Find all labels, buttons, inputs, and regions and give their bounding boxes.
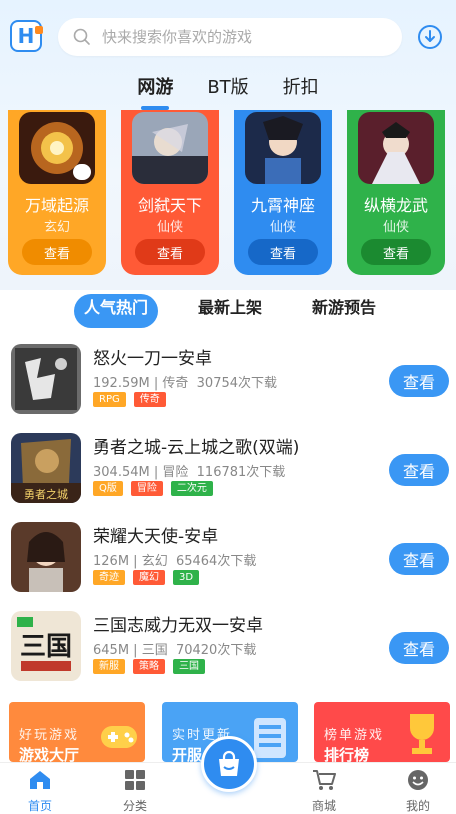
nav-label: 商城 bbox=[311, 799, 336, 813]
tag: 3D bbox=[173, 570, 200, 585]
featured-view-button[interactable]: 查看 bbox=[361, 239, 431, 265]
logo-accent bbox=[35, 26, 43, 34]
profile-icon bbox=[408, 770, 428, 790]
tag: 奇迹 bbox=[93, 570, 125, 585]
tag-group: 新服 策略 三国 bbox=[93, 659, 205, 674]
featured-game-name: 纵横龙武 bbox=[363, 196, 428, 215]
game-icon bbox=[11, 522, 81, 592]
game-meta: 192.59M | 传奇 30754次下载 bbox=[93, 376, 278, 391]
game-icon: 三国 bbox=[11, 611, 81, 681]
list-item[interactable]: 勇者之城 勇者之城-云上城之歌(双端) 304.54M | 冒险 116781次… bbox=[0, 423, 456, 503]
shopping-bag-button[interactable] bbox=[201, 736, 257, 792]
game-icon bbox=[11, 344, 81, 414]
game-meta: 126M | 玄幻 65464次下载 bbox=[93, 554, 257, 569]
featured-card[interactable]: 剑弑天下 仙侠 查看 bbox=[121, 110, 219, 275]
banner-title: 游戏大厅 bbox=[19, 746, 80, 762]
download-icon[interactable] bbox=[417, 24, 443, 50]
tag-group: Q版 冒险 二次元 bbox=[93, 481, 213, 496]
game-thumbnail bbox=[19, 112, 95, 184]
tab-newest[interactable]: 最新上架 bbox=[188, 294, 272, 328]
featured-game-genre: 仙侠 bbox=[382, 220, 409, 235]
tab-wangyou[interactable]: 网游 bbox=[137, 74, 173, 110]
tab-discount[interactable]: 折扣 bbox=[283, 74, 319, 110]
search-input[interactable] bbox=[102, 28, 362, 46]
gamepad-icon bbox=[101, 726, 137, 748]
featured-card[interactable]: 万域起源 玄幻 查看 bbox=[8, 110, 106, 275]
logo-letter: H bbox=[17, 24, 35, 48]
game-thumbnail bbox=[132, 112, 208, 184]
game-meta: 645M | 三国 70420次下载 bbox=[93, 643, 257, 658]
svg-text:三国: 三国 bbox=[20, 632, 72, 662]
featured-game-genre: 仙侠 bbox=[156, 220, 183, 235]
game-icon: 勇者之城 bbox=[11, 433, 81, 503]
grid-icon bbox=[125, 770, 145, 790]
game-thumbnail bbox=[245, 112, 321, 184]
nav-home[interactable]: 首页 bbox=[10, 769, 70, 814]
tag: 魔幻 bbox=[133, 570, 165, 585]
game-title: 三国志威力无双一安卓 bbox=[93, 616, 263, 636]
tab-bt[interactable]: BT版 bbox=[207, 74, 248, 110]
game-title: 怒火一刀一安卓 bbox=[93, 349, 212, 369]
banner-game-hall[interactable]: 好玩游戏 游戏大厅 bbox=[9, 702, 145, 762]
featured-view-button[interactable]: 查看 bbox=[248, 239, 318, 265]
banner-title: 排行榜 bbox=[324, 746, 370, 762]
trophy-icon bbox=[410, 714, 434, 754]
tag: 策略 bbox=[133, 659, 165, 674]
tag: 三国 bbox=[173, 659, 205, 674]
tab-upcoming[interactable]: 新游预告 bbox=[302, 294, 386, 328]
view-button[interactable]: 查看 bbox=[389, 543, 449, 575]
featured-cards: 万域起源 玄幻 查看 剑弑天下 仙侠 查看 九霄神座 仙侠 查看 纵横龙武 仙侠… bbox=[0, 110, 456, 280]
banner-title: 开服 bbox=[172, 746, 203, 762]
list-item[interactable]: 三国 三国志威力无双一安卓 645M | 三国 70420次下载 新服 策略 三… bbox=[0, 601, 456, 681]
tag: 新服 bbox=[93, 659, 125, 674]
view-button[interactable]: 查看 bbox=[389, 454, 449, 486]
featured-card[interactable]: 九霄神座 仙侠 查看 bbox=[234, 110, 332, 275]
category-tabs: 网游 BT版 折扣 bbox=[0, 74, 456, 110]
tag: RPG bbox=[93, 392, 126, 407]
shopping-bag-icon bbox=[219, 750, 239, 776]
game-title: 荣耀大天使-安卓 bbox=[93, 527, 219, 547]
featured-game-genre: 玄幻 bbox=[43, 220, 70, 235]
tag: 传奇 bbox=[133, 392, 166, 407]
nav-profile[interactable]: 我的 bbox=[388, 769, 448, 814]
view-button[interactable]: 查看 bbox=[389, 365, 449, 397]
featured-view-button[interactable]: 查看 bbox=[22, 239, 92, 265]
featured-game-genre: 仙侠 bbox=[269, 220, 296, 235]
search-icon bbox=[73, 28, 90, 45]
tag-group: RPG 传奇 bbox=[93, 392, 166, 407]
banner-ranking[interactable]: 榜单游戏 排行榜 bbox=[314, 702, 450, 762]
server-list-icon bbox=[254, 718, 286, 758]
view-button[interactable]: 查看 bbox=[389, 632, 449, 664]
banner-tagline: 榜单游戏 bbox=[324, 728, 385, 743]
list-item[interactable]: 怒火一刀一安卓 192.59M | 传奇 30754次下载 RPG 传奇 查看 bbox=[0, 334, 456, 414]
home-icon bbox=[30, 771, 50, 789]
tag: 二次元 bbox=[170, 481, 213, 496]
tag: 冒险 bbox=[130, 481, 163, 496]
nav-label: 我的 bbox=[405, 799, 430, 813]
game-title: 勇者之城-云上城之歌(双端) bbox=[93, 438, 300, 458]
list-tabs: 人气热门 最新上架 新游预告 bbox=[0, 294, 456, 330]
featured-game-name: 剑弑天下 bbox=[137, 196, 202, 215]
tag: Q版 bbox=[93, 481, 123, 496]
game-thumbnail bbox=[358, 112, 434, 184]
featured-game-name: 九霄神座 bbox=[250, 196, 315, 215]
nav-label: 首页 bbox=[27, 799, 52, 813]
nav-store[interactable]: 商城 bbox=[294, 769, 354, 814]
svg-text:勇者之城: 勇者之城 bbox=[24, 487, 68, 501]
search-bar[interactable] bbox=[58, 18, 402, 56]
featured-card[interactable]: 纵横龙武 仙侠 查看 bbox=[347, 110, 445, 275]
nav-label: 分类 bbox=[122, 799, 147, 813]
list-item[interactable]: 荣耀大天使-安卓 126M | 玄幻 65464次下载 奇迹 魔幻 3D 查看 bbox=[0, 512, 456, 592]
nav-category[interactable]: 分类 bbox=[105, 769, 165, 814]
featured-view-button[interactable]: 查看 bbox=[135, 239, 205, 265]
game-meta: 304.54M | 冒险 116781次下载 bbox=[93, 465, 286, 480]
banner-tagline: 好玩游戏 bbox=[19, 728, 80, 743]
app-logo[interactable]: H bbox=[10, 20, 43, 52]
tag-group: 奇迹 魔幻 3D bbox=[93, 570, 200, 585]
featured-game-name: 万域起源 bbox=[24, 196, 89, 215]
tab-popular[interactable]: 人气热门 bbox=[74, 294, 158, 328]
cart-icon bbox=[313, 770, 336, 790]
